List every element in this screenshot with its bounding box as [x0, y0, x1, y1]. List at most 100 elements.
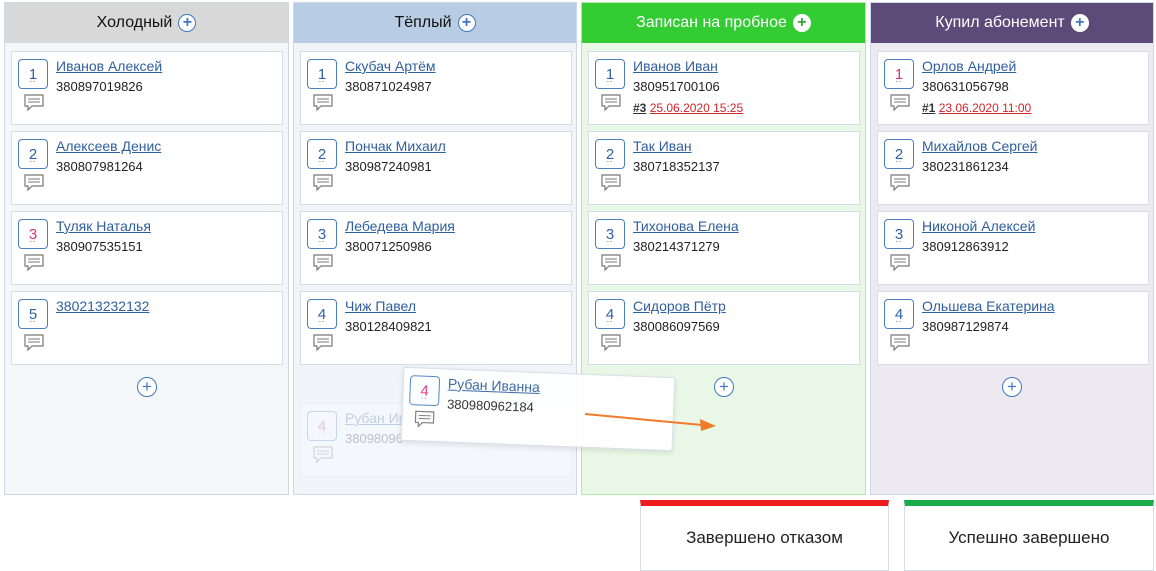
card-number-badge: 2.. [884, 139, 914, 169]
card-number-badge: 1.. [884, 59, 914, 89]
comment-icon [313, 446, 333, 463]
card-number-badge: 5.. [18, 299, 48, 329]
booking-date-link[interactable]: 25.06.2020 15:25 [650, 101, 743, 115]
lead-name-link[interactable]: Иванов Алексей [56, 58, 162, 74]
lead-phone: 380871024987 [345, 79, 432, 94]
column-title: Записан на пробное [636, 14, 787, 31]
add-lead-button[interactable]: + [457, 14, 476, 32]
comment-icon[interactable] [601, 94, 621, 111]
comment-icon[interactable] [890, 254, 910, 271]
comment-icon[interactable] [890, 334, 910, 351]
lead-phone: 380071250986 [345, 239, 432, 254]
lead-name-link[interactable]: Михайлов Сергей [922, 138, 1037, 154]
lead-phone: 380897019826 [56, 79, 143, 94]
drop-zone-success[interactable]: Успешно завершено [904, 500, 1154, 571]
drop-zone-refused[interactable]: Завершено отказом [640, 500, 889, 571]
lead-card[interactable]: 3.. Туляк Наталья 380907535151 [11, 211, 283, 285]
lead-name-link[interactable]: Скубач Артём [345, 58, 436, 74]
card-number-badge: 4.. [409, 375, 441, 407]
column-title: Тёплый [394, 14, 452, 31]
card-number-badge: 3.. [595, 219, 625, 249]
card-number-badge: 4.. [307, 299, 337, 329]
lead-card[interactable]: 1.. Орлов Андрей 380631056798 #1 23.06.2… [877, 51, 1149, 125]
lead-name-link[interactable]: Орлов Андрей [922, 58, 1016, 74]
comment-icon[interactable] [313, 174, 333, 191]
card-number-badge: 4.. [595, 299, 625, 329]
card-number-badge: 3.. [884, 219, 914, 249]
lead-card[interactable]: 3.. Никоной Алексей 380912863912 [877, 211, 1149, 285]
comment-icon[interactable] [601, 254, 621, 271]
card-number-badge: 2.. [595, 139, 625, 169]
lead-name-link[interactable]: Никоной Алексей [922, 218, 1035, 234]
card-number-badge: 4.. [884, 299, 914, 329]
lead-name-link[interactable]: Тихонова Елена [633, 218, 739, 234]
lead-card[interactable]: 1.. Иванов Алексей 380897019826 [11, 51, 283, 125]
lead-card[interactable]: 2.. Пончак Михаил 380987240981 [300, 131, 572, 205]
booking-ref-link[interactable]: #1 [922, 101, 935, 115]
lead-card[interactable]: 2.. Так Иван 380718352137 [588, 131, 860, 205]
lead-name-link[interactable]: Чиж Павел [345, 298, 416, 314]
booking-ref-link[interactable]: #3 [633, 101, 646, 115]
comment-icon[interactable] [24, 174, 44, 191]
comment-icon[interactable] [414, 410, 435, 428]
lead-card[interactable]: 1.. Иванов Иван 380951700106 #3 25.06.20… [588, 51, 860, 125]
card-number-badge: 2.. [18, 139, 48, 169]
lead-name-link[interactable]: Пончак Михаил [345, 138, 446, 154]
lead-name-link[interactable]: Рубан Иванна [448, 376, 541, 396]
lead-card[interactable]: 5.. 380213232132 [11, 291, 283, 365]
trial-booking-info: #3 25.06.2020 15:25 [633, 101, 743, 115]
column-title: Купил абонемент [935, 14, 1065, 31]
lead-card[interactable]: 2.. Алексеев Денис 380807981264 [11, 131, 283, 205]
lead-name-link[interactable]: Лебедева Мария [345, 218, 455, 234]
lead-phone: 380912863912 [922, 239, 1009, 254]
column-cold: Холодный + 1.. Иванов Алексей 3808970198… [4, 2, 289, 495]
comment-icon[interactable] [313, 334, 333, 351]
lead-phone: 380086097569 [633, 319, 720, 334]
lead-phone: 380718352137 [633, 159, 720, 174]
lead-card[interactable]: 3.. Лебедева Мария 380071250986 [300, 211, 572, 285]
lead-name-link[interactable]: Сидоров Пётр [633, 298, 726, 314]
lead-card[interactable]: 3.. Тихонова Елена 380214371279 [588, 211, 860, 285]
column-header: Записан на пробное + [582, 3, 865, 43]
lead-phone: 380980962184 [446, 396, 535, 415]
lead-name-link[interactable]: Туляк Наталья [56, 218, 151, 234]
add-card-button[interactable]: + [1002, 377, 1022, 397]
lead-phone: 380987129874 [922, 319, 1009, 334]
comment-icon[interactable] [313, 94, 333, 111]
lead-name-link[interactable]: Иванов Иван [633, 58, 718, 74]
lead-name-link[interactable]: Ольшева Екатерина [922, 298, 1055, 314]
lead-phone: 380214371279 [633, 239, 720, 254]
comment-icon[interactable] [24, 334, 44, 351]
lead-card[interactable]: 2.. Михайлов Сергей 380231861234 [877, 131, 1149, 205]
comment-icon[interactable] [601, 334, 621, 351]
add-card-button[interactable]: + [714, 377, 734, 397]
card-number-badge: 4.. [307, 411, 337, 441]
column-header: Тёплый + [294, 3, 576, 43]
lead-card[interactable]: 1.. Скубач Артём 380871024987 [300, 51, 572, 125]
add-lead-button[interactable]: + [792, 14, 811, 32]
lead-name-link[interactable]: 380213232132 [56, 298, 149, 314]
comment-icon[interactable] [601, 174, 621, 191]
comment-icon[interactable] [890, 174, 910, 191]
add-lead-button[interactable]: + [178, 14, 197, 32]
lead-name-link[interactable]: Алексеев Денис [56, 138, 161, 154]
lead-name-link[interactable]: Так Иван [633, 138, 692, 154]
booking-date-link[interactable]: 23.06.2020 11:00 [939, 101, 1032, 115]
card-number-badge: 2.. [307, 139, 337, 169]
comment-icon[interactable] [313, 254, 333, 271]
kanban-board: Холодный + 1.. Иванов Алексей 3808970198… [0, 0, 1156, 500]
card-number-badge: 3.. [307, 219, 337, 249]
drag-arrow-icon [584, 413, 716, 431]
lead-card[interactable]: 4.. Ольшева Екатерина 380987129874 [877, 291, 1149, 365]
comment-icon[interactable] [24, 254, 44, 271]
add-card-button[interactable]: + [137, 377, 157, 397]
comment-icon[interactable] [890, 94, 910, 111]
lead-name-link: Рубан Ив [345, 410, 407, 426]
lead-card[interactable]: 4.. Чиж Павел 380128409821 [300, 291, 572, 365]
column-bought: Купил абонемент + 1.. Орлов Андрей 38063… [870, 2, 1154, 495]
lead-card[interactable]: 4.. Сидоров Пётр 380086097569 [588, 291, 860, 365]
add-lead-button[interactable]: + [1070, 14, 1089, 32]
lead-phone: 38098096 [345, 431, 403, 446]
card-number-badge: 1.. [18, 59, 48, 89]
comment-icon[interactable] [24, 94, 44, 111]
